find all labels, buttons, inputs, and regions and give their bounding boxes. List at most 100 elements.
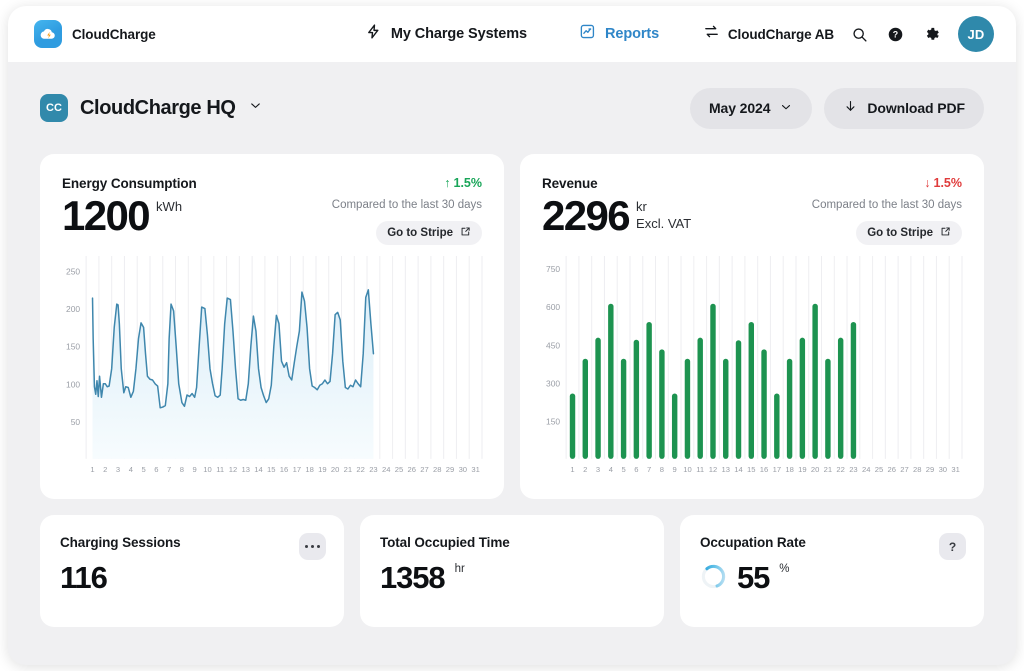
settings-gear-icon[interactable] [920, 23, 942, 45]
svg-text:19: 19 [318, 465, 326, 474]
occupation-value-row: 55 % [700, 562, 964, 595]
brand-name: CloudCharge [72, 27, 156, 42]
help-icon[interactable]: ? [939, 533, 966, 560]
svg-text:9: 9 [673, 465, 677, 474]
page-header: CC CloudCharge HQ May 2024 [40, 62, 984, 154]
status-badge: ↑ 1.5% [332, 176, 482, 190]
svg-text:300: 300 [546, 378, 560, 388]
metric-unit: kr Excl. VAT [636, 199, 691, 232]
dots-glyph [305, 545, 320, 548]
svg-text:18: 18 [305, 465, 313, 474]
swap-arrows-icon [703, 23, 720, 45]
site-selector[interactable]: CC CloudCharge HQ [40, 94, 263, 122]
svg-text:28: 28 [913, 465, 921, 474]
svg-text:13: 13 [242, 465, 250, 474]
page-body: CC CloudCharge HQ May 2024 [8, 62, 1016, 627]
chevron-down-icon [248, 98, 263, 118]
app-window: CloudCharge My Charge Systems Rep [8, 6, 1016, 665]
cloud-bolt-logo-icon [34, 20, 62, 48]
site-badge: CC [40, 94, 68, 122]
energy-area-chart: 5010015020025012345678910111213141516171… [56, 252, 488, 485]
download-arrow-icon [843, 99, 858, 117]
nav-label: Reports [605, 26, 659, 42]
svg-text:1: 1 [570, 465, 574, 474]
metric-value: 1358 [380, 562, 445, 593]
svg-text:11: 11 [216, 465, 224, 474]
total-occupied-time-card: Total Occupied Time 1358 hr [360, 515, 664, 627]
chevron-down-icon [779, 100, 793, 117]
metric-unit: kWh [156, 199, 182, 216]
svg-text:17: 17 [293, 465, 301, 474]
avatar[interactable]: JD [958, 16, 994, 52]
more-options-icon[interactable] [299, 533, 326, 560]
chart-report-icon [579, 23, 596, 45]
svg-text:27: 27 [420, 465, 428, 474]
external-link-icon [460, 226, 471, 240]
revenue-bar-chart: 1503004506007501234567891011121314151617… [536, 252, 968, 485]
metric-value: 55 [737, 562, 769, 593]
svg-text:14: 14 [734, 465, 743, 474]
org-switcher[interactable]: CloudCharge AB [703, 23, 834, 45]
card-title: Charging Sessions [60, 535, 324, 550]
metric-unit-primary: kWh [156, 199, 182, 216]
occupied-value-row: 1358 hr [380, 562, 644, 593]
svg-text:5: 5 [141, 465, 145, 474]
occupation-rate-card: Occupation Rate ? 55 % [680, 515, 984, 627]
trend-down-icon: ↓ [924, 176, 930, 190]
svg-text:7: 7 [167, 465, 171, 474]
svg-text:30: 30 [939, 465, 947, 474]
svg-text:9: 9 [193, 465, 197, 474]
svg-text:11: 11 [696, 465, 704, 474]
svg-text:16: 16 [280, 465, 288, 474]
trend-up-icon: ↑ [444, 176, 450, 190]
svg-text:26: 26 [408, 465, 416, 474]
svg-text:28: 28 [433, 465, 441, 474]
svg-text:30: 30 [459, 465, 467, 474]
org-name: CloudCharge AB [728, 27, 834, 42]
svg-text:14: 14 [254, 465, 263, 474]
go-to-stripe-label: Go to Stripe [867, 227, 933, 239]
svg-text:150: 150 [546, 416, 560, 426]
page-header-actions: May 2024 Download PDF [690, 88, 984, 129]
svg-text:20: 20 [331, 465, 339, 474]
svg-text:29: 29 [926, 465, 934, 474]
metric-value: 1200 [62, 195, 149, 237]
svg-text:31: 31 [951, 465, 959, 474]
status-badge: ↓ 1.5% [812, 176, 962, 190]
nav-item-reports[interactable]: Reports [579, 23, 659, 45]
charging-sessions-card: Charging Sessions 116 [40, 515, 344, 627]
svg-text:16: 16 [760, 465, 768, 474]
go-to-stripe-button[interactable]: Go to Stripe [376, 221, 482, 245]
svg-text:19: 19 [798, 465, 806, 474]
svg-text:6: 6 [154, 465, 158, 474]
search-icon[interactable] [848, 23, 870, 45]
go-to-stripe-button[interactable]: Go to Stripe [856, 221, 962, 245]
svg-text:21: 21 [344, 465, 352, 474]
help-icon[interactable]: ? [884, 23, 906, 45]
svg-text:1: 1 [90, 465, 94, 474]
svg-text:2: 2 [103, 465, 107, 474]
nav-item-my-charge-systems[interactable]: My Charge Systems [365, 23, 527, 45]
svg-text:10: 10 [683, 465, 691, 474]
metric-unit-primary: kr [636, 199, 691, 216]
download-pdf-button[interactable]: Download PDF [824, 88, 984, 129]
svg-text:22: 22 [356, 465, 364, 474]
go-to-stripe-label: Go to Stripe [387, 227, 453, 239]
svg-text:4: 4 [609, 465, 614, 474]
page-title: CloudCharge HQ [80, 97, 236, 120]
secondary-metrics-row: Charging Sessions 116 Total Occupied Tim… [40, 515, 984, 627]
svg-text:25: 25 [395, 465, 403, 474]
svg-text:450: 450 [546, 340, 560, 350]
brand-logo[interactable]: CloudCharge [34, 20, 156, 48]
metric-unit-secondary: Excl. VAT [636, 216, 691, 233]
metric-value: 2296 [542, 195, 629, 237]
energy-consumption-card: Energy Consumption 1200 kWh ↑ 1.5% Compa… [40, 154, 504, 499]
svg-text:23: 23 [849, 465, 857, 474]
compare-caption: Compared to the last 30 days [812, 199, 962, 211]
svg-text:20: 20 [811, 465, 819, 474]
svg-text:250: 250 [66, 267, 80, 277]
period-selector[interactable]: May 2024 [690, 88, 812, 129]
svg-text:12: 12 [229, 465, 237, 474]
svg-text:24: 24 [862, 465, 871, 474]
svg-text:25: 25 [875, 465, 883, 474]
